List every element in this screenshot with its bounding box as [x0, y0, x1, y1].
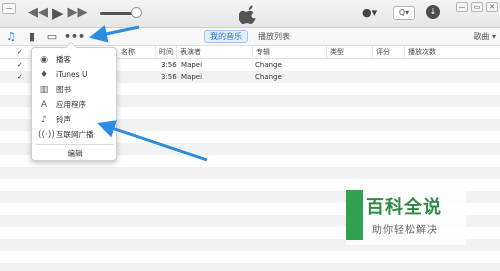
row-artist: Mapei	[181, 61, 203, 69]
column-album[interactable]: 专辑	[252, 46, 270, 59]
column-artist[interactable]: 表演者	[176, 46, 201, 59]
menu-item-label: 铃声	[56, 115, 71, 124]
watermark-badge	[346, 190, 363, 240]
podcast-icon: ◉	[40, 55, 48, 65]
row-checkbox[interactable]: ✓	[17, 73, 25, 81]
column-name[interactable]: 名称	[118, 46, 135, 59]
menu-item-itunes-u[interactable]: ♦ iTunes U	[32, 68, 118, 82]
column-plays[interactable]: 播放次数	[404, 46, 436, 59]
radio-icon: ((·))	[38, 130, 55, 140]
menu-item-label: 应用程序	[56, 100, 86, 109]
previous-track-icon[interactable]: ◀◀	[28, 4, 48, 22]
maximize-button[interactable]: ▭	[471, 2, 483, 12]
row-time: 3:56	[161, 73, 177, 81]
watermark-subtitle: 助你轻松解决	[372, 225, 438, 236]
downloads-icon[interactable]: ↓	[426, 5, 440, 19]
menu-item-apps[interactable]: A 应用程序	[32, 98, 118, 112]
app-store-icon: A	[40, 100, 48, 110]
empty-row	[0, 251, 500, 263]
media-kind-menu: ◉ 播客 ♦ iTunes U ▥ 图书 A 应用程序 ♪ 铃声 ((·)) 互…	[31, 42, 118, 161]
apple-logo-icon	[239, 5, 256, 24]
music-note-icon[interactable]: ♫	[3, 29, 19, 45]
window-menu-button[interactable]: —	[2, 3, 16, 14]
column-genre[interactable]: 类型	[326, 46, 344, 59]
tab-playlists[interactable]: 播放列表	[252, 30, 296, 43]
row-album: Change	[255, 73, 282, 81]
account-button[interactable]: ●▾	[362, 6, 384, 20]
movie-icon[interactable]: ▮	[24, 29, 40, 45]
row-checkbox[interactable]: ✓	[17, 61, 25, 69]
column-rating[interactable]: 评分	[372, 46, 390, 59]
graduation-cap-icon: ♦	[39, 70, 49, 80]
menu-item-label: iTunes U	[56, 70, 88, 79]
empty-row	[0, 263, 500, 271]
volume-slider-knob[interactable]	[131, 7, 142, 18]
row-artist: Mapei	[181, 73, 203, 81]
menu-item-label: 互联网广播	[56, 130, 94, 139]
play-icon[interactable]: ▶	[52, 4, 64, 22]
empty-row	[0, 167, 500, 179]
row-album: Change	[255, 61, 282, 69]
window-controls: — ▭ ✕	[456, 2, 498, 12]
transport-controls: ◀◀ ▶ ▶▶	[28, 4, 88, 22]
tv-icon[interactable]: ▭	[44, 29, 60, 45]
watermark: 百科全说 助你轻松解决	[346, 190, 466, 245]
menu-edit-button[interactable]: 编辑	[32, 147, 118, 160]
menu-item-podcasts[interactable]: ◉ 播客	[32, 53, 118, 67]
minimize-button[interactable]: —	[456, 2, 468, 12]
view-menu[interactable]: 歌曲 ▾	[473, 30, 496, 43]
next-track-icon[interactable]: ▶▶	[68, 4, 88, 22]
title-bar: — ◀◀ ▶ ▶▶ ●▾ Q▾ ↓ — ▭ ✕	[0, 0, 500, 28]
menu-pointer	[65, 42, 77, 48]
search-field[interactable]: Q▾	[393, 6, 415, 20]
menu-item-tones[interactable]: ♪ 铃声	[32, 113, 118, 127]
column-check[interactable]: ✓	[14, 46, 23, 59]
column-time[interactable]: 时间	[155, 46, 173, 59]
menu-item-internet-radio[interactable]: ((·)) 互联网广播	[32, 128, 118, 142]
menu-item-label: 图书	[56, 85, 71, 94]
menu-divider	[36, 144, 114, 145]
menu-item-books[interactable]: ▥ 图书	[32, 83, 118, 97]
menu-item-label: 播客	[56, 55, 71, 64]
watermark-title: 百科全说	[366, 197, 442, 218]
bell-icon: ♪	[41, 115, 47, 125]
tab-my-music[interactable]: 我的音乐	[204, 30, 248, 43]
close-button[interactable]: ✕	[486, 2, 498, 12]
row-time: 3:56	[161, 61, 177, 69]
book-icon: ▥	[39, 85, 49, 95]
